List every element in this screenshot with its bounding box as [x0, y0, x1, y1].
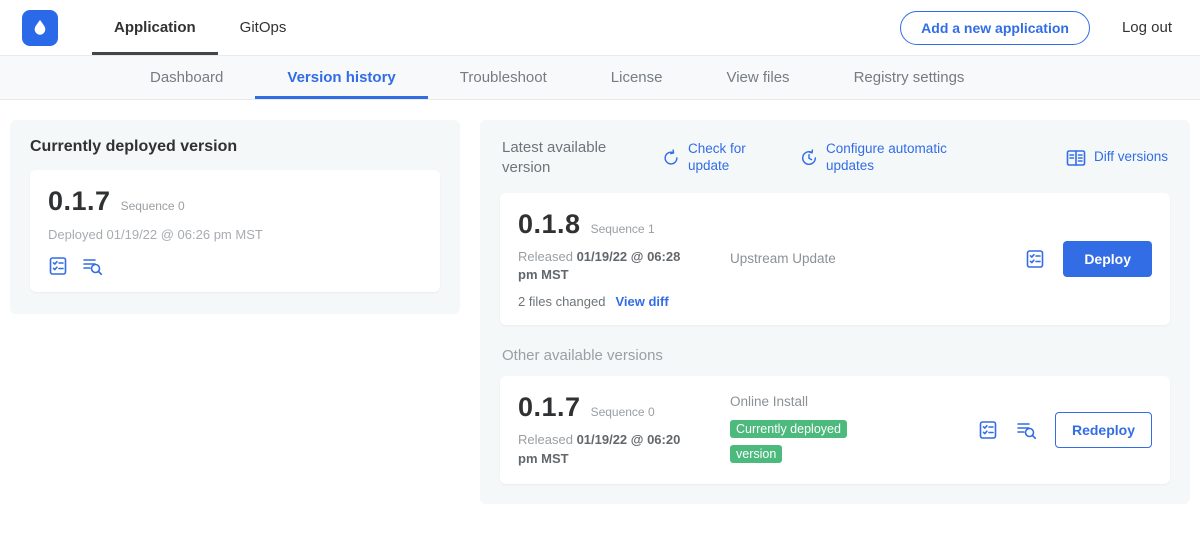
files-changed-label: 2 files changed	[518, 294, 605, 309]
logout-button[interactable]: Log out	[1116, 19, 1178, 36]
other-release-notes-checklist-icon[interactable]	[978, 420, 998, 440]
other-available-versions-heading: Other available versions	[502, 347, 1168, 364]
check-for-update-action[interactable]: Check for update	[662, 141, 766, 175]
latest-sequence-label: Sequence 1	[591, 222, 655, 236]
released-label: Released	[518, 249, 573, 264]
view-files-search-icon[interactable]	[82, 256, 103, 276]
subnav-item-view-files-label: View files	[726, 69, 789, 86]
main-content: Currently deployed version 0.1.7 Sequenc…	[0, 100, 1200, 504]
redeploy-button[interactable]: Redeploy	[1055, 412, 1152, 448]
other-release-card: 0.1.7 Sequence 0 Released 01/19/22 @ 06:…	[500, 376, 1170, 483]
other-release-info: 0.1.7 Sequence 0 Released 01/19/22 @ 06:…	[518, 392, 730, 467]
latest-release-source: Upstream Update	[730, 250, 1025, 268]
diff-versions-label: Diff versions	[1094, 149, 1168, 166]
latest-release-actions: Deploy	[1025, 241, 1152, 277]
configure-automatic-updates-label: Configure automatic updates	[826, 141, 974, 175]
tab-gitops-label: GitOps	[240, 19, 287, 36]
schedule-update-icon	[800, 149, 818, 167]
subnav-item-license-label: License	[611, 69, 663, 86]
diff-versions-icon	[1066, 149, 1086, 167]
other-view-files-search-icon[interactable]	[1016, 420, 1037, 440]
other-sequence-label: Sequence 0	[591, 405, 655, 419]
deployed-actions-row	[48, 256, 422, 276]
refresh-icon	[662, 149, 680, 167]
latest-version-number: 0.1.8	[518, 209, 581, 240]
diff-versions-action[interactable]: Diff versions	[1066, 149, 1168, 167]
subnav-item-troubleshoot[interactable]: Troubleshoot	[428, 56, 579, 99]
subnav-item-registry-settings-label: Registry settings	[854, 69, 965, 86]
tab-application[interactable]: Application	[92, 0, 218, 55]
app-logo	[22, 10, 58, 46]
available-versions-panel: Latest available version Check for updat…	[480, 120, 1190, 504]
other-released-line: Released 01/19/22 @ 06:20 pm MST	[518, 431, 703, 467]
subnav-item-view-files[interactable]: View files	[694, 56, 821, 99]
subnav-item-license[interactable]: License	[579, 56, 695, 99]
other-source-label: Online Install	[730, 394, 978, 409]
top-navbar: Application GitOps Add a new application…	[0, 0, 1200, 56]
subnav-item-version-history-label: Version history	[287, 69, 395, 86]
currently-deployed-badge-wrap: Currently deployed version	[730, 417, 872, 467]
subnav-item-registry-settings[interactable]: Registry settings	[822, 56, 997, 99]
currently-deployed-panel: Currently deployed version 0.1.7 Sequenc…	[10, 120, 460, 314]
navbar-spacer	[308, 0, 900, 55]
subnav-item-troubleshoot-label: Troubleshoot	[460, 69, 547, 86]
deployed-version-number: 0.1.7	[48, 186, 111, 217]
subnav-item-dashboard-label: Dashboard	[150, 69, 223, 86]
latest-source-label: Upstream Update	[730, 251, 836, 266]
latest-release-notes-checklist-icon[interactable]	[1025, 249, 1045, 269]
configure-automatic-updates-action[interactable]: Configure automatic updates	[800, 141, 974, 175]
app-subnav: Dashboard Version history Troubleshoot L…	[0, 56, 1200, 100]
subnav-item-dashboard[interactable]: Dashboard	[118, 56, 255, 99]
deploy-button[interactable]: Deploy	[1063, 241, 1152, 277]
currently-deployed-card: 0.1.7 Sequence 0 Deployed 01/19/22 @ 06:…	[30, 170, 440, 292]
latest-release-card: 0.1.8 Sequence 1 Released 01/19/22 @ 06:…	[500, 193, 1170, 325]
subnav-item-version-history[interactable]: Version history	[255, 56, 427, 99]
latest-available-title: Latest available version	[502, 138, 628, 177]
other-version-row: 0.1.7 Sequence 0	[518, 392, 730, 423]
other-release-actions: Redeploy	[978, 412, 1152, 448]
currently-deployed-badge: Currently deployed version	[730, 420, 847, 463]
view-diff-link[interactable]: View diff	[615, 294, 668, 309]
latest-files-row: 2 files changed View diff	[518, 294, 730, 309]
other-version-number: 0.1.7	[518, 392, 581, 423]
latest-released-line: Released 01/19/22 @ 06:28 pm MST	[518, 248, 703, 284]
release-notes-checklist-icon[interactable]	[48, 256, 68, 276]
latest-version-row: 0.1.8 Sequence 1	[518, 209, 730, 240]
deployed-version-row: 0.1.7 Sequence 0	[48, 186, 422, 217]
latest-release-info: 0.1.8 Sequence 1 Released 01/19/22 @ 06:…	[518, 209, 730, 309]
tab-gitops[interactable]: GitOps	[218, 0, 309, 55]
check-for-update-label: Check for update	[688, 141, 766, 175]
tab-application-label: Application	[114, 19, 196, 36]
available-header: Latest available version Check for updat…	[502, 138, 1168, 177]
app-logo-icon	[30, 18, 50, 38]
currently-deployed-title: Currently deployed version	[30, 138, 440, 156]
other-release-source: Online Install Currently deployed versio…	[730, 394, 978, 467]
deployed-timestamp: Deployed 01/19/22 @ 06:26 pm MST	[48, 227, 422, 242]
released-label: Released	[518, 432, 573, 447]
deployed-sequence-label: Sequence 0	[121, 199, 185, 213]
add-new-application-button[interactable]: Add a new application	[900, 11, 1090, 45]
